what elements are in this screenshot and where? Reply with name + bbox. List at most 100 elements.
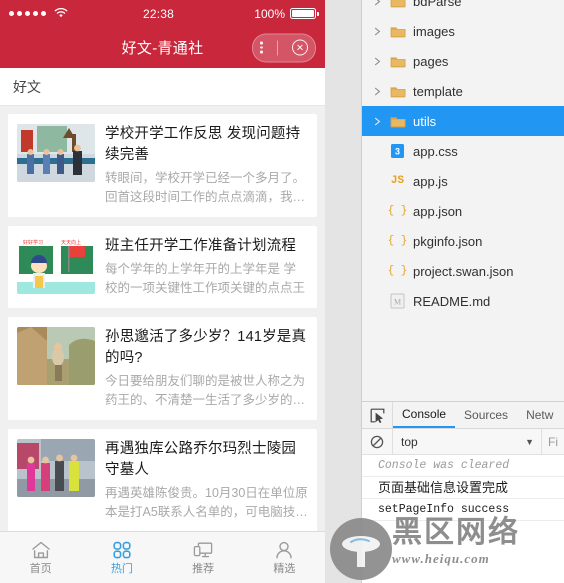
- tree-item-label: README.md: [413, 293, 491, 309]
- devtools-tab-bar: Console Sources Netw: [362, 402, 564, 429]
- tab-home[interactable]: 首页: [0, 532, 81, 583]
- clear-console-icon[interactable]: [362, 429, 393, 454]
- wifi-icon: [54, 5, 68, 23]
- signal-dot-icon: [41, 11, 46, 16]
- chevron-right-icon[interactable]: [372, 87, 382, 96]
- article-title: 班主任开学工作准备计划流程: [105, 238, 297, 254]
- console-log-row: setPageInfo success: [362, 499, 564, 521]
- json-file-icon: { }: [387, 205, 408, 217]
- bottom-tab-bar: 首页 热门 推荐 精选: [0, 531, 325, 583]
- svg-text:M: M: [394, 298, 401, 307]
- article-card[interactable]: 再遇独库公路乔尔玛烈士陵园守墓人 再遇英雄陈俊贵。10月30日在单位原本是打A5…: [8, 429, 317, 531]
- json-file-icon: { }: [387, 265, 408, 277]
- signal-dot-icon: [25, 11, 30, 16]
- tree-item-label: pkginfo.json: [413, 233, 483, 249]
- tree-item-label: template: [413, 83, 463, 99]
- tree-item-label: pages: [413, 53, 449, 69]
- tree-item-folder[interactable]: pages: [362, 46, 564, 76]
- tab-label: Netw: [526, 408, 554, 422]
- category-bar[interactable]: 好文: [0, 68, 325, 106]
- folder-icon: [388, 55, 407, 68]
- page-title: 好文-青通社: [121, 40, 204, 57]
- js-file-icon: JS: [388, 175, 407, 187]
- tree-item-label: app.js: [413, 173, 448, 189]
- battery-percent-label: 100%: [254, 6, 285, 21]
- svg-text:3: 3: [395, 147, 400, 157]
- tree-item-label: project.swan.json: [413, 263, 514, 279]
- tree-item-file[interactable]: JS app.js: [362, 166, 564, 196]
- tree-item-file[interactable]: { } project.swan.json: [362, 256, 564, 286]
- devtools-panel[interactable]: Console Sources Netw top ▼ Fi Console wa…: [362, 402, 564, 583]
- tab-label: 推荐: [192, 563, 215, 575]
- tab-sources[interactable]: Sources: [455, 402, 517, 428]
- tab-label: 热门: [110, 563, 133, 575]
- tab-console[interactable]: Console: [393, 402, 456, 428]
- tree-item-folder[interactable]: images: [362, 16, 564, 46]
- article-card[interactable]: 学校开学工作反思 发现问题持续完善 转眼间，学校开学已经一个多月了。回首这段时间…: [8, 114, 317, 217]
- tab-label: Sources: [464, 408, 509, 422]
- tree-item-label: utils: [413, 113, 437, 129]
- signal-dot-icon: [17, 11, 22, 16]
- article-description: 每个学年的上学年开的上学年是 学校的一项关键性工作项关键的点点王: [105, 262, 306, 295]
- article-card[interactable]: 好好学习 天天向上 班主任开学工作准备计划流程 每个学年的上学年开的上学年是 学…: [8, 226, 317, 308]
- console-filter-input[interactable]: Fi: [541, 429, 564, 454]
- chevron-right-icon[interactable]: [372, 0, 382, 6]
- tree-item-label: bdParse: [413, 0, 462, 9]
- tree-item-file[interactable]: { } app.json: [362, 196, 564, 226]
- inspect-element-icon[interactable]: [362, 402, 393, 428]
- tab-hot[interactable]: 热门: [81, 532, 162, 583]
- chevron-right-icon[interactable]: [372, 117, 382, 126]
- status-bar: 22:38 100%: [0, 0, 325, 27]
- markdown-file-icon: M: [388, 293, 407, 309]
- status-bar-right: 100%: [218, 6, 319, 21]
- json-glyph: { }: [387, 265, 408, 277]
- console-context-selector[interactable]: top ▼: [393, 429, 541, 454]
- chevron-right-icon[interactable]: [372, 27, 382, 36]
- article-card[interactable]: 孙思邈活了多少岁？141岁是真的吗? 今日要给朋友们聊的是被世人称之为药王的、不…: [8, 317, 317, 420]
- status-bar-time: 22:38: [142, 6, 175, 21]
- chevron-right-icon[interactable]: [372, 57, 382, 66]
- tab-label: 首页: [29, 563, 52, 575]
- close-circle-icon[interactable]: [291, 39, 308, 56]
- console-context-value: top: [401, 434, 418, 449]
- tree-item-folder[interactable]: bdParse: [362, 0, 564, 16]
- folder-icon: [388, 115, 407, 128]
- console-log-row: 页面基础信息设置完成: [362, 477, 564, 499]
- tree-item-folder[interactable]: template: [362, 76, 564, 106]
- article-body: 再遇独库公路乔尔玛烈士陵园守墓人 再遇英雄陈俊贵。10月30日在单位原本是打A5…: [105, 439, 308, 522]
- article-body: 孙思邈活了多少岁？141岁是真的吗? 今日要给朋友们聊的是被世人称之为药王的、不…: [105, 327, 308, 410]
- folder-icon: [388, 0, 407, 8]
- article-title: 学校开学工作反思 发现问题持续完善: [105, 126, 301, 163]
- tree-item-label: app.json: [413, 203, 463, 219]
- article-description: 转眼间，学校开学已经一个多月了。回首这段时间工作的点点滴滴，我心里有很多感...: [105, 171, 306, 204]
- json-glyph: { }: [387, 205, 408, 217]
- tree-item-file[interactable]: 3 app.css: [362, 136, 564, 166]
- chevron-down-icon[interactable]: ▼: [525, 437, 534, 447]
- tab-recommend[interactable]: 推荐: [163, 532, 244, 583]
- home-icon: [30, 540, 52, 560]
- screenshot-root: 22:38 100% 好文-青通社 好文 学校开学工作反思 发现问题持续完善 转…: [0, 0, 564, 583]
- status-bar-left: [9, 5, 99, 23]
- signal-dot-icon: [33, 11, 38, 16]
- grid-icon: [111, 540, 133, 560]
- article-title: 孙思邈活了多少岁？141岁是真的吗?: [105, 329, 307, 366]
- article-thumbnail: 好好学习 天天向上: [17, 236, 95, 294]
- article-thumbnail: [17, 124, 95, 182]
- console-log-list[interactable]: Console was cleared 页面基础信息设置完成 setPageIn…: [362, 455, 564, 521]
- tree-item-file[interactable]: { } pkginfo.json: [362, 226, 564, 256]
- tab-network[interactable]: Netw: [517, 402, 562, 428]
- file-tree-panel[interactable]: bdParse images pages template utils 3 ap…: [362, 0, 564, 402]
- article-feed[interactable]: 学校开学工作反思 发现问题持续完善 转眼间，学校开学已经一个多月了。回首这段时间…: [0, 106, 325, 531]
- more-dots-icon[interactable]: [260, 41, 263, 54]
- folder-icon: [388, 85, 407, 98]
- capsule-button-group[interactable]: [252, 33, 316, 62]
- capsule-divider: [276, 40, 278, 55]
- nav-bar: 好文-青通社: [0, 27, 325, 68]
- js-glyph: JS: [390, 175, 405, 187]
- tree-item-folder-selected[interactable]: utils: [362, 106, 564, 136]
- css-file-icon: 3: [388, 143, 407, 159]
- tree-item-label: images: [413, 23, 455, 39]
- article-body: 班主任开学工作准备计划流程 每个学年的上学年开的上学年是 学校的一项关键性工作项…: [105, 236, 308, 298]
- tab-featured[interactable]: 精选: [244, 532, 325, 583]
- tree-item-file[interactable]: M README.md: [362, 286, 564, 316]
